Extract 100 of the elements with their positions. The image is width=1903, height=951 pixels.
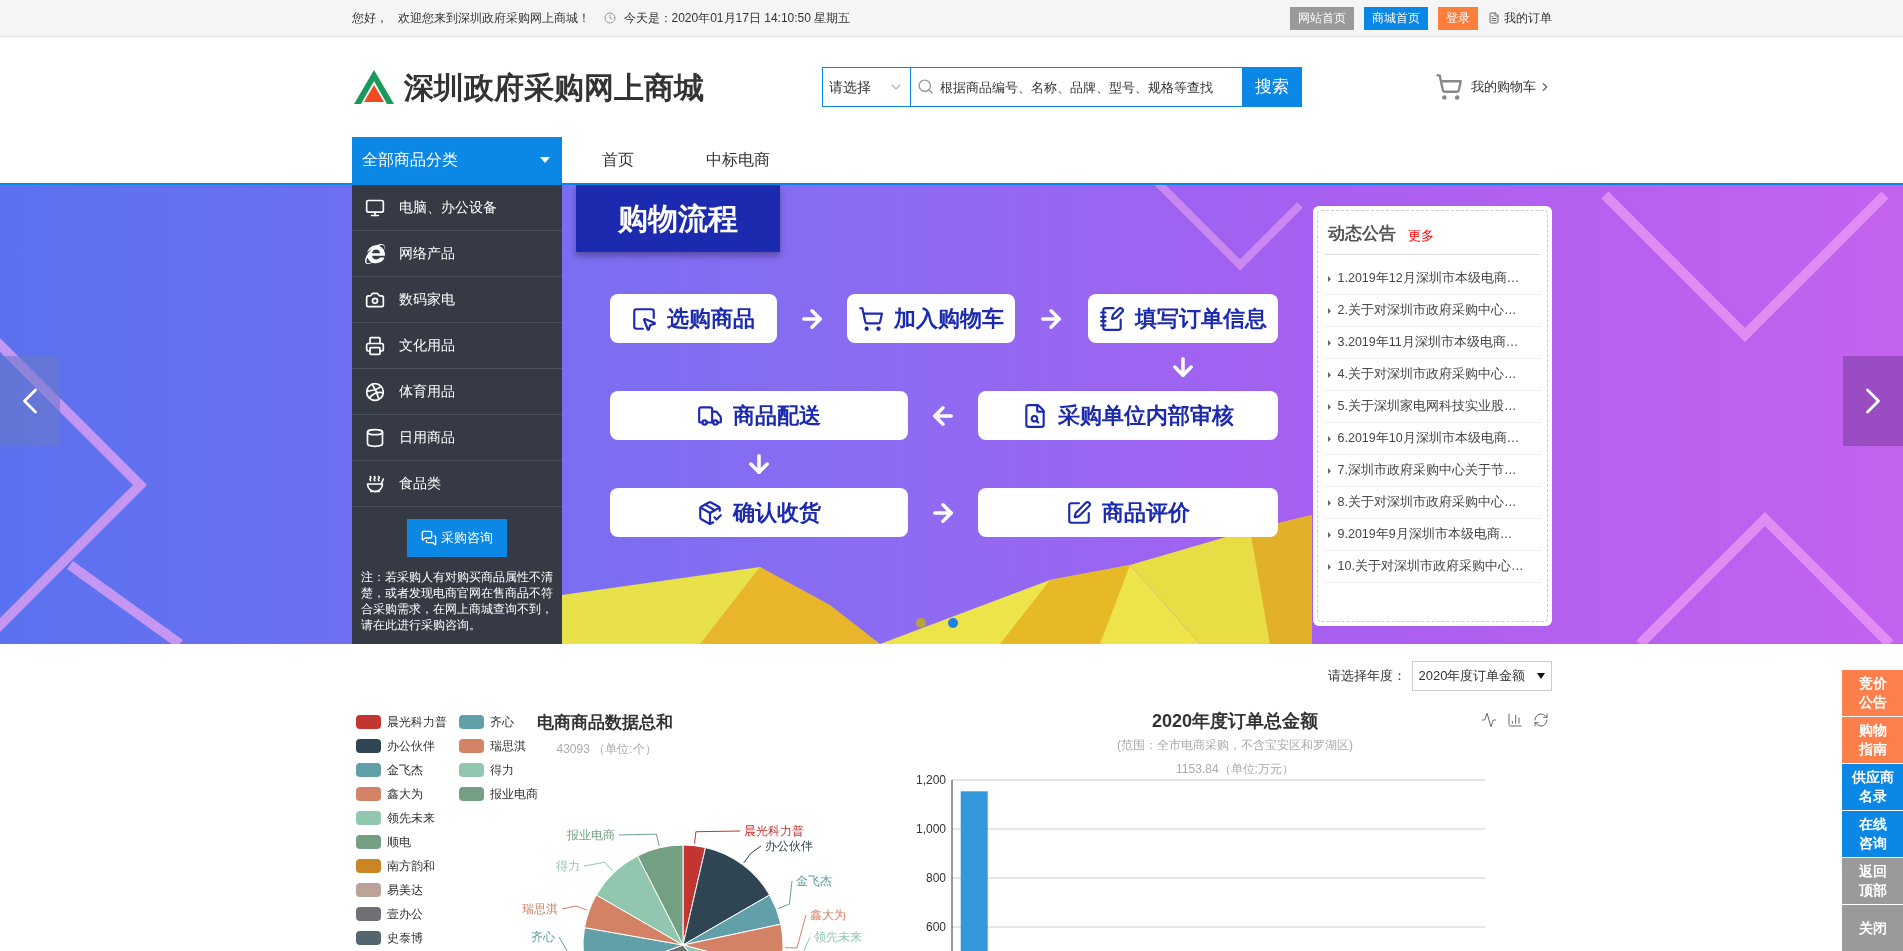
flow-title-badge: 购物流程 <box>575 185 780 252</box>
cart-icon <box>857 305 884 332</box>
chart-unit-note: 1153.84（单位:万元） <box>1176 761 1294 778</box>
legend-label: 齐心 <box>489 714 514 731</box>
chart-subtitle: 43093 （单位:个） <box>556 740 658 758</box>
legend-label: 得力 <box>489 762 514 779</box>
announcement-link[interactable]: 6.2019年10月深圳市本级电商… <box>1337 429 1520 448</box>
flow-step: 确认收货 <box>609 488 908 537</box>
announcement-link[interactable]: 1.2019年12月深圳市本级电商… <box>1337 269 1520 288</box>
announcement-link[interactable]: 7.深圳市政府采购中心关于节… <box>1337 461 1517 480</box>
legend-swatch[interactable] <box>355 907 381 921</box>
leader-line <box>693 830 740 844</box>
legend-label: 金飞杰 <box>386 762 423 779</box>
shopping-cart-link[interactable]: 我的购物车 <box>1470 77 1536 97</box>
category-item[interactable]: 文化用品 <box>351 323 562 369</box>
bullet-icon <box>1327 307 1331 314</box>
line-chart-icon[interactable] <box>1480 712 1497 728</box>
nav-link[interactable]: 首页 <box>591 148 644 172</box>
slice-label: 鑫大为 <box>809 907 846 922</box>
chart-title: 2020年度订单总金额 <box>1151 710 1318 733</box>
bar-chart-icon[interactable] <box>1506 712 1523 728</box>
slice-label: 办公伙伴 <box>764 838 813 853</box>
search-button[interactable]: 搜索 <box>1241 67 1302 107</box>
announcement-link[interactable]: 9.2019年9月深圳市本级电商… <box>1337 525 1513 544</box>
caret-down-icon <box>539 157 550 163</box>
year-select[interactable]: 2020年度订单金额 <box>1411 661 1552 691</box>
legend-swatch[interactable] <box>355 835 381 849</box>
year-select-label: 请选择年度： <box>1327 667 1406 686</box>
announcement-link[interactable]: 4.关于对深圳市政府采购中心… <box>1337 365 1517 384</box>
slice-label: 瑞思淇 <box>521 901 558 916</box>
flow-step: 选购商品 <box>609 294 777 343</box>
refresh-icon[interactable] <box>1532 712 1549 728</box>
slice-label: 金飞杰 <box>795 873 832 888</box>
announcement-link[interactable]: 3.2019年11月深圳市本级电商… <box>1337 333 1519 352</box>
pointer-icon <box>631 305 657 332</box>
axis-tick-label: 800 <box>925 871 946 885</box>
legend-swatch[interactable] <box>458 715 484 729</box>
bullet-icon <box>1327 499 1331 506</box>
category-item[interactable]: 体育用品 <box>351 369 562 415</box>
top-nav-button[interactable]: 商城首页 <box>1363 6 1428 30</box>
legend-swatch[interactable] <box>458 787 484 801</box>
legend-swatch[interactable] <box>355 931 381 945</box>
all-categories-menu[interactable]: 全部商品分类 <box>351 137 562 183</box>
consult-note: 注：若采购人有对购买商品属性不清楚，或者发现电商官网在售商品不符合采购需求，在网上商城查询不到，请在此进行采购咨询。 <box>359 570 554 633</box>
greeting-text: 您好， <box>351 10 388 27</box>
search-field[interactable]: 根据商品编号、名称、品牌、型号、规格等查找 <box>910 67 1242 107</box>
legend-label: 南方韵和 <box>386 858 435 875</box>
side-float-button[interactable]: 在线 咨询 <box>1842 811 1903 857</box>
nav-link[interactable]: 中标电商 <box>695 148 780 172</box>
flow-step: 商品评价 <box>977 488 1278 537</box>
announcement-link[interactable]: 10.关于对深圳市政府采购中心… <box>1337 557 1524 576</box>
axis-tick-label: 600 <box>925 920 946 934</box>
category-item[interactable]: 网络产品 <box>351 231 562 277</box>
welcome-text: 欢迎您来到深圳政府采购网上商城！ <box>397 10 590 27</box>
legend-swatch[interactable] <box>355 715 381 729</box>
leader-line <box>618 833 660 846</box>
legend-swatch[interactable] <box>355 883 381 897</box>
legend-label: 晨光科力普 <box>386 714 447 731</box>
leader-line <box>583 861 613 871</box>
slice-label: 报业电商 <box>566 827 615 842</box>
announcement-link[interactable]: 8.关于对深圳市政府采购中心… <box>1337 493 1517 512</box>
leader-line <box>777 880 792 909</box>
ball-icon <box>364 381 385 402</box>
category-item[interactable]: 食品类 <box>351 461 562 507</box>
cart-icon <box>1434 73 1463 101</box>
document-icon <box>1487 12 1500 24</box>
legend-label: 史泰博 <box>386 930 423 947</box>
logo-icon <box>351 68 396 106</box>
announcement-link[interactable]: 2.关于对深圳市政府采购中心… <box>1337 301 1517 320</box>
more-link[interactable]: 更多 <box>1407 225 1434 245</box>
monitor-icon <box>364 197 385 218</box>
roll-icon <box>364 427 385 448</box>
slice-label: 齐心 <box>530 929 555 944</box>
slice-label: 晨光科力普 <box>743 823 804 838</box>
category-item[interactable]: 日用商品 <box>351 415 562 461</box>
legend-label: 壹办公 <box>386 906 423 923</box>
my-orders-link[interactable]: 我的订单 <box>1503 9 1552 27</box>
slice-label: 得力 <box>555 858 580 873</box>
flow-step: 加入购物车 <box>846 294 1015 343</box>
legend-swatch[interactable] <box>355 763 381 777</box>
box-check-icon <box>696 499 723 526</box>
legend-swatch[interactable] <box>355 811 381 825</box>
legend-swatch[interactable] <box>355 859 381 873</box>
bullet-icon <box>1327 435 1331 442</box>
announcement-link[interactable]: 5.关于深圳家电网科技实业股… <box>1337 397 1517 416</box>
category-item[interactable]: 数码家电 <box>351 277 562 323</box>
axis-tick-label: 1,000 <box>915 822 946 836</box>
legend-label: 鑫大为 <box>386 786 423 803</box>
consult-button[interactable]: 采购咨询 <box>406 519 507 557</box>
date-time-text: 今天是：2020年01月17日 14:10:50 星期五 <box>623 10 851 27</box>
category-item[interactable]: 电脑、办公设备 <box>351 185 562 231</box>
legend-swatch[interactable] <box>458 739 484 753</box>
category-select[interactable]: 请选择 <box>821 67 911 107</box>
chart-subtitle: (范围：全市电商采购，不含宝安区和罗湖区) <box>1117 737 1353 754</box>
legend-swatch[interactable] <box>355 787 381 801</box>
legend-swatch[interactable] <box>458 763 484 777</box>
legend-swatch[interactable] <box>355 739 381 753</box>
bullet-icon <box>1327 371 1331 378</box>
side-float-button[interactable]: 供应商 名录 <box>1842 764 1903 810</box>
site-title: 深圳政府采购网上商城 <box>403 69 704 106</box>
